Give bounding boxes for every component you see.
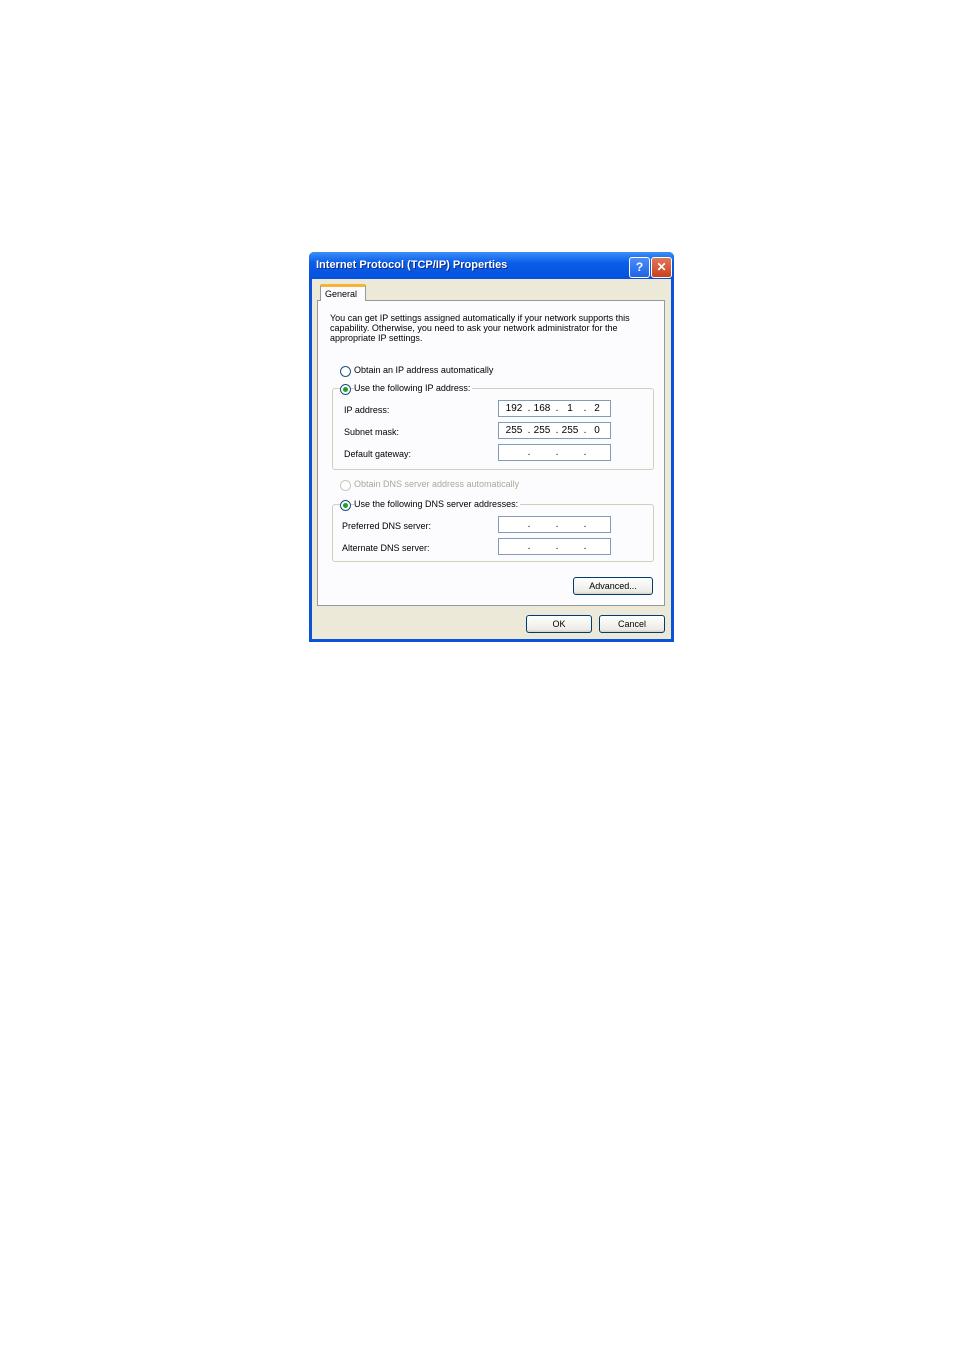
ip-dot: . [527,447,531,458]
obtain-dns-auto-label[interactable]: Obtain DNS server address automatically [354,479,519,489]
ip-octet-4: 2 [594,403,600,414]
ip-octet-3: 1 [567,403,573,414]
ip-dot: . [555,519,559,530]
tab-general[interactable]: General [320,284,366,301]
help-button[interactable]: ? [629,257,650,278]
ip-address-label: IP address: [344,405,390,415]
ip-dot: . [583,519,587,530]
preferred-dns-label: Preferred DNS server: [342,521,432,531]
ok-button[interactable]: OK [526,615,592,633]
ip-octet-1: 192 [505,403,523,414]
default-gateway-input[interactable]: . . . [498,444,611,461]
obtain-dns-auto-radio[interactable] [340,480,351,491]
subnet-mask-label: Subnet mask: [344,427,400,437]
ip-dot: . [555,541,559,552]
subnet-octet-4: 0 [594,425,600,436]
ip-dot: . [583,447,587,458]
close-button[interactable]: ✕ [651,257,672,278]
obtain-ip-auto-radio[interactable] [340,366,351,377]
dialog-title: Internet Protocol (TCP/IP) Properties [316,259,508,271]
ip-dot: . [527,519,531,530]
tcpip-properties-dialog: Internet Protocol (TCP/IP) Properties ? … [309,252,674,642]
use-following-dns-radio[interactable] [340,500,351,511]
ip-dot: . [527,541,531,552]
use-following-ip-radio[interactable] [340,384,351,395]
ip-dot: . [555,447,559,458]
subnet-octet-2: 255 [533,425,551,436]
cancel-button[interactable]: Cancel [599,615,665,633]
use-following-dns-label[interactable]: Use the following DNS server addresses: [354,499,521,509]
advanced-button[interactable]: Advanced... [573,577,653,595]
ip-address-input[interactable]: 192 . 168 . 1 . 2 [498,400,611,417]
preferred-dns-input[interactable]: . . . [498,516,611,533]
ip-octet-2: 168 [533,403,551,414]
use-following-ip-label[interactable]: Use the following IP address: [354,383,473,393]
title-bar[interactable]: Internet Protocol (TCP/IP) Properties ? … [309,252,674,279]
description-text: You can get IP settings assigned automat… [330,313,630,343]
dialog-client-area: General You can get IP settings assigned… [312,279,671,639]
default-gateway-label: Default gateway: [344,449,412,459]
alternate-dns-label: Alternate DNS server: [342,543,430,553]
subnet-mask-input[interactable]: 255 . 255 . 255 . 0 [498,422,611,439]
general-tab-panel: You can get IP settings assigned automat… [317,300,665,606]
alternate-dns-input[interactable]: . . . [498,538,611,555]
subnet-octet-3: 255 [561,425,579,436]
subnet-octet-1: 255 [505,425,523,436]
ip-dot: . [583,541,587,552]
obtain-ip-auto-label[interactable]: Obtain an IP address automatically [354,365,493,375]
